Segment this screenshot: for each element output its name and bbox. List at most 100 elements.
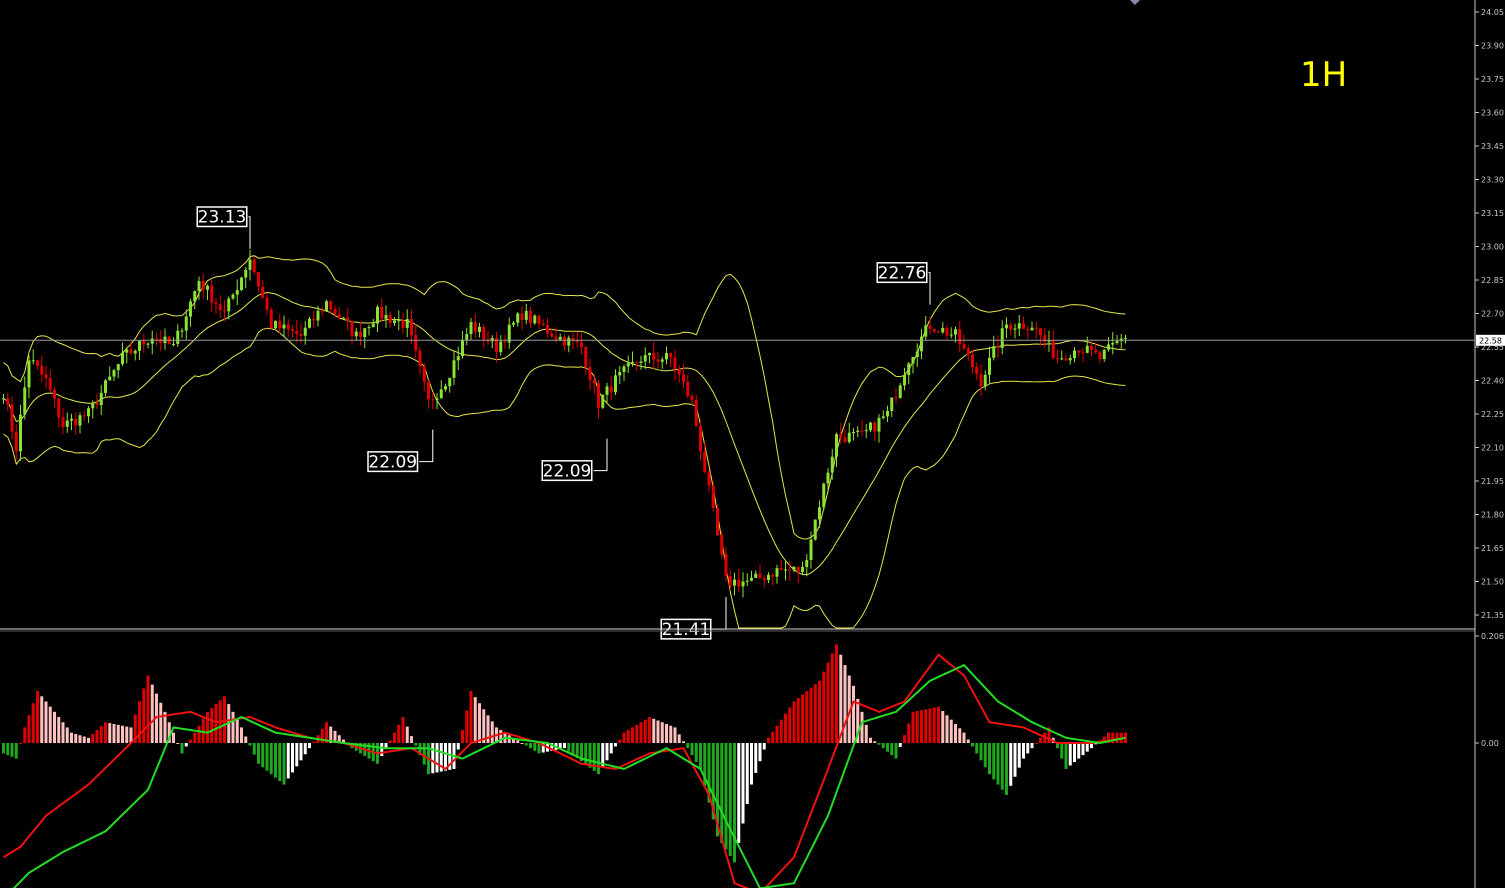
histogram-bar: [108, 723, 112, 743]
histogram-bar: [1115, 732, 1119, 743]
candle-body: [754, 573, 758, 578]
candle-body: [860, 430, 864, 432]
candle-body: [537, 315, 541, 324]
candle-body: [248, 259, 252, 270]
candle-body: [597, 383, 600, 408]
histogram-bar: [648, 717, 651, 743]
candle-body: [121, 352, 124, 365]
price-tick-label: 22.70: [1481, 310, 1504, 319]
candle-body: [57, 398, 61, 418]
histogram-bar: [78, 735, 82, 743]
candle-body: [937, 331, 940, 333]
histogram-bar: [465, 710, 469, 743]
candle-body: [847, 432, 851, 443]
candle-body: [932, 328, 936, 332]
histogram-bar: [490, 721, 494, 743]
candle-body: [1115, 341, 1119, 343]
candle-body: [852, 432, 855, 434]
histogram-bar: [771, 731, 775, 743]
candle-body: [282, 324, 286, 329]
candle-body: [320, 310, 324, 312]
histogram-bar: [911, 711, 915, 743]
candle-body: [558, 336, 562, 340]
candle-body: [342, 317, 345, 319]
candle-body: [788, 569, 792, 571]
candle-body: [992, 346, 996, 358]
candle-body: [155, 338, 158, 340]
histogram-bar: [660, 722, 664, 743]
histogram-bar: [61, 722, 65, 743]
candle-body: [19, 414, 22, 452]
candle-body: [1026, 329, 1030, 331]
candle-body: [214, 302, 218, 305]
candle-body: [227, 298, 231, 312]
histogram-bar: [65, 727, 69, 743]
candle-body: [733, 579, 736, 586]
candle-body: [104, 380, 107, 393]
histogram-bar: [567, 743, 571, 752]
candle-body: [299, 334, 303, 336]
histogram-bar: [393, 732, 396, 743]
candle-body: [996, 346, 1000, 348]
price-tick-label: 23.45: [1481, 142, 1504, 151]
candle-body: [775, 568, 779, 577]
candle-body: [473, 322, 477, 332]
price-tick-label: 23.30: [1481, 176, 1504, 185]
candle-body: [605, 386, 609, 395]
histogram-bar: [193, 732, 197, 743]
histogram-bar: [665, 723, 668, 743]
candle-body: [1000, 328, 1004, 348]
price-tick-label: 21.80: [1481, 511, 1504, 520]
candle-body: [720, 535, 724, 555]
candle-body: [1034, 327, 1038, 329]
candle-body: [116, 364, 120, 371]
histogram-bar: [308, 743, 311, 749]
candle-body: [818, 507, 821, 520]
histogram-bar: [1013, 743, 1017, 777]
histogram-bar: [240, 727, 243, 743]
candle-body: [1051, 340, 1055, 359]
candle-body: [792, 566, 796, 571]
histogram-bar: [745, 743, 749, 805]
histogram-bar: [656, 720, 660, 743]
price-tick-label: 21.95: [1481, 477, 1504, 486]
histogram-bar: [150, 684, 154, 743]
candle-body: [758, 573, 762, 579]
histogram-bar: [265, 743, 269, 771]
histogram-bar: [1030, 743, 1034, 749]
macd-tick-label: 0.2061: [1481, 632, 1505, 641]
timeframe-label: 1H: [1300, 55, 1347, 95]
candle-body: [512, 322, 515, 325]
histogram-bar: [23, 727, 27, 743]
candle-body: [516, 313, 520, 323]
price-tick-label: 23.00: [1481, 243, 1504, 252]
histogram-bar: [992, 743, 996, 780]
candle-body: [779, 568, 783, 571]
histogram-bar: [278, 743, 282, 782]
candle-body: [690, 396, 694, 400]
candle-body: [23, 387, 27, 415]
candle-body: [435, 398, 439, 401]
candle-body: [354, 331, 358, 337]
histogram-bar: [699, 743, 702, 769]
candle-body: [898, 385, 902, 398]
candle-body: [843, 437, 847, 443]
candle-body: [703, 451, 707, 473]
histogram-bar: [257, 743, 260, 764]
histogram-bar: [958, 728, 962, 743]
candle-body: [244, 269, 248, 278]
histogram-bar: [966, 739, 970, 743]
histogram-bar: [618, 739, 622, 743]
candle-body: [949, 334, 953, 336]
candle-body: [78, 415, 82, 426]
candle-body: [48, 378, 52, 390]
histogram-bar: [694, 743, 698, 763]
price-tick-label: 23.15: [1481, 209, 1504, 218]
histogram-bar: [116, 724, 120, 743]
candle-body: [176, 330, 180, 344]
candle-body: [1039, 328, 1042, 336]
candle-body: [890, 397, 894, 411]
candle-body: [201, 281, 205, 290]
histogram-bar: [1081, 743, 1085, 756]
candle-body: [618, 371, 622, 376]
